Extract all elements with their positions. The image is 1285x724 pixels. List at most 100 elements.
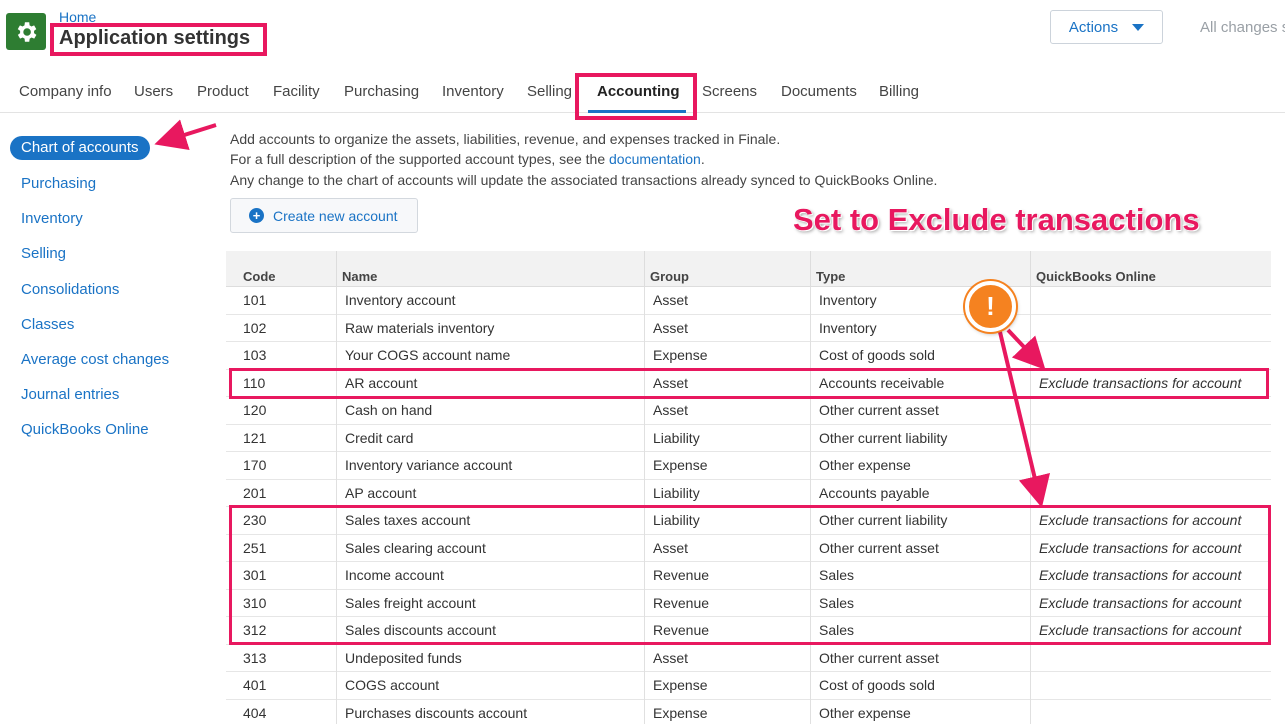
cell-name: Raw materials inventory (336, 314, 644, 342)
column-header-name[interactable]: Name (336, 251, 644, 287)
tab-product[interactable]: Product (197, 83, 249, 100)
app-settings-icon[interactable] (6, 13, 46, 50)
column-header-code[interactable]: Code (226, 251, 336, 287)
annotation-row-highlight-110 (229, 368, 1269, 399)
cell-group: Expense (644, 672, 810, 700)
cell-name: Credit card (336, 424, 644, 452)
cell-group: Expense (644, 452, 810, 480)
annotation-callout-text: Set to Exclude transactions (793, 202, 1200, 237)
table-row[interactable]: 121 Credit card Liability Other current lia… (226, 424, 1271, 452)
column-header-quickbooks-online[interactable]: QuickBooks Online (1030, 251, 1271, 287)
actions-label: Actions (1068, 18, 1119, 36)
cell-code: 120 (243, 402, 267, 418)
cell-name: Your COGS account name (336, 342, 644, 370)
cell-type: Other expense (810, 699, 1030, 724)
gear-icon (17, 21, 37, 42)
tab-purchasing[interactable]: Purchasing (344, 83, 419, 100)
cell-quickbooks-online (1030, 452, 1271, 480)
cell-code: 101 (243, 292, 267, 308)
intro-line-1: Add accounts to organize the assets, lia… (230, 131, 781, 147)
table-row[interactable]: 404 Purchases discounts account Expense Oth… (226, 699, 1271, 724)
tab-inventory[interactable]: Inventory (442, 83, 504, 100)
tab-billing[interactable]: Billing (879, 83, 919, 100)
cell-type: Other current liability (810, 424, 1030, 452)
column-header-group[interactable]: Group (644, 251, 810, 287)
table-row[interactable]: 102 Raw materials inventory Asset Inventory (226, 314, 1271, 342)
tab-company-info[interactable]: Company info (19, 83, 112, 100)
cell-code: 401 (243, 677, 267, 693)
sidebar-item-consolidations[interactable]: Consolidations (21, 281, 119, 298)
cell-group: Asset (644, 644, 810, 672)
cell-quickbooks-online (1030, 424, 1271, 452)
save-status-text: All changes s (1200, 19, 1285, 36)
table-row[interactable]: 120 Cash on hand Asset Other current asset (226, 397, 1271, 425)
chart-of-accounts-table: Code Name Group Type QuickBooks Online 1… (226, 251, 1271, 724)
cell-name: COGS account (336, 672, 644, 700)
cell-name: Purchases discounts account (336, 699, 644, 724)
cell-type: Accounts payable (810, 479, 1030, 507)
table-row[interactable]: 401 COGS account Expense Cost of goods sold (226, 672, 1271, 700)
table-row[interactable]: 201 AP account Liability Accounts payable (226, 479, 1271, 507)
cell-name: AP account (336, 479, 644, 507)
intro-line-3: Any change to the chart of accounts will… (230, 172, 938, 188)
table-row[interactable]: 313 Undeposited funds Asset Other current a… (226, 644, 1271, 672)
sidebar-item-journal-entries[interactable]: Journal entries (21, 386, 119, 403)
cell-code: 102 (243, 319, 267, 336)
cell-group: Expense (644, 342, 810, 370)
sidebar-item-classes[interactable]: Classes (21, 316, 74, 333)
annotation-title-highlight (50, 23, 267, 56)
cell-name: Inventory account (336, 287, 644, 315)
cell-group: Liability (644, 479, 810, 507)
tab-screens[interactable]: Screens (702, 83, 757, 100)
intro-line-2: For a full description of the supported … (230, 151, 705, 167)
tab-documents[interactable]: Documents (781, 83, 857, 100)
sidebar-item-purchasing[interactable]: Purchasing (21, 175, 96, 192)
intro-line-2-prefix: For a full description of the supported … (230, 151, 609, 167)
cell-group: Liability (644, 424, 810, 452)
sidebar-item-quickbooks-online[interactable]: QuickBooks Online (21, 421, 149, 438)
cell-code: 404 (243, 704, 267, 721)
table-row[interactable]: 101 Inventory account Asset Inventory (226, 287, 1271, 315)
tab-users[interactable]: Users (134, 83, 173, 100)
tab-facility[interactable]: Facility (273, 83, 320, 100)
intro-line-2-suffix: . (700, 151, 705, 167)
cell-code: 170 (243, 457, 267, 473)
cell-name: Inventory variance account (336, 452, 644, 480)
table-row[interactable]: 103 Your COGS account name Expense Cost of … (226, 342, 1271, 370)
cell-quickbooks-online (1030, 397, 1271, 425)
actions-dropdown-button[interactable]: Actions (1050, 10, 1163, 44)
sidebar-item-chart-of-accounts[interactable]: Chart of accounts (10, 136, 150, 160)
table-header: Code Name Group Type QuickBooks Online (226, 251, 1271, 287)
cell-code: 313 (243, 649, 267, 666)
cell-group: Asset (644, 397, 810, 425)
cell-type: Other expense (810, 452, 1030, 480)
cell-name: Undeposited funds (336, 644, 644, 672)
documentation-link[interactable]: documentation (609, 151, 701, 167)
annotation-tab-highlight (575, 73, 697, 120)
cell-quickbooks-online (1030, 672, 1271, 700)
cell-type: Cost of goods sold (810, 672, 1030, 700)
sidebar-item-selling[interactable]: Selling (21, 245, 66, 262)
plus-circle-icon: + (249, 208, 264, 223)
cell-group: Asset (644, 314, 810, 342)
cell-quickbooks-online (1030, 342, 1271, 370)
cell-quickbooks-online (1030, 479, 1271, 507)
cell-type: Cost of goods sold (810, 342, 1030, 370)
warning-exclamation-icon: ! (965, 281, 1016, 332)
create-button-label: Create new account (273, 207, 398, 224)
cell-quickbooks-online (1030, 644, 1271, 672)
cell-type: Other current asset (810, 397, 1030, 425)
cell-group: Asset (644, 287, 810, 315)
tab-selling[interactable]: Selling (527, 83, 572, 100)
table-row[interactable]: 170 Inventory variance account Expense Othe… (226, 452, 1271, 480)
sidebar-item-inventory[interactable]: Inventory (21, 210, 83, 227)
cell-code: 121 (243, 429, 267, 446)
cell-code: 201 (243, 484, 267, 501)
sidebar-item-average-cost-changes[interactable]: Average cost changes (21, 351, 169, 368)
cell-type: Other current asset (810, 644, 1030, 672)
arrow-to-chart-of-accounts (154, 119, 217, 151)
cell-code: 103 (243, 347, 267, 363)
cell-quickbooks-online (1030, 699, 1271, 724)
create-new-account-button[interactable]: + Create new account (230, 198, 418, 233)
caret-down-icon (1132, 23, 1145, 31)
